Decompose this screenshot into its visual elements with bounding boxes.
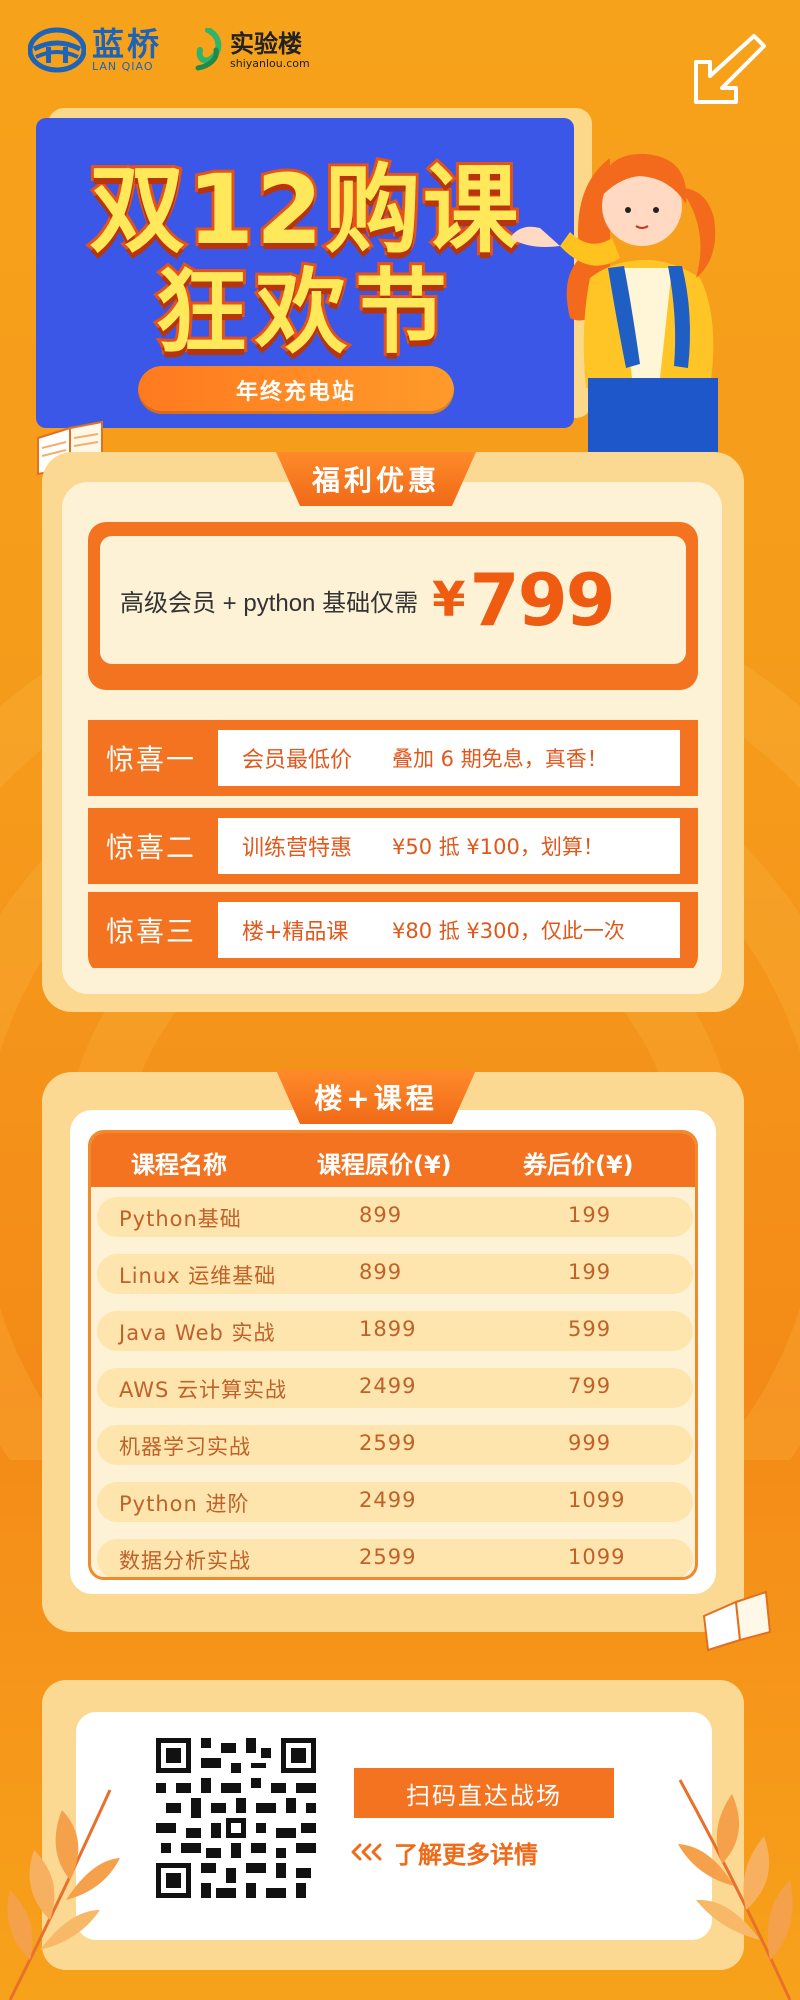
surprise-name: 惊喜二 bbox=[106, 831, 197, 864]
shiyanlou-url: shiyanlou.com bbox=[230, 57, 310, 70]
scan-cta-button[interactable]: 扫码直达战场 bbox=[354, 1768, 614, 1818]
presenter-illustration bbox=[510, 153, 718, 468]
surprise-name: 惊喜一 bbox=[106, 743, 197, 776]
lanqiao-name: 蓝桥 bbox=[92, 25, 163, 63]
course-name: Python基础 bbox=[119, 1207, 242, 1231]
course-name: AWS 云计算实战 bbox=[119, 1378, 287, 1402]
table-row: Linux 运维基础 899 199 bbox=[91, 1252, 695, 1296]
surprise-title: 楼+精品课 bbox=[242, 920, 349, 945]
qr-code-icon[interactable] bbox=[156, 1738, 316, 1898]
table-row: Python基础 899 199 bbox=[91, 1195, 695, 1239]
course-name: Java Web 实战 bbox=[119, 1321, 276, 1345]
shiyanlou-logo-icon bbox=[195, 28, 222, 71]
bundle-price-box: 高级会员 + python 基础仅需 ¥ 799 bbox=[88, 522, 698, 690]
coupon-price: 799 bbox=[568, 1374, 612, 1398]
original-price: 2499 bbox=[359, 1374, 417, 1398]
table-row: Java Web 实战 1899 599 bbox=[91, 1309, 695, 1353]
hero-title-line2: 狂欢节 bbox=[152, 256, 455, 369]
table-row: AWS 云计算实战 2499 799 bbox=[91, 1366, 695, 1410]
bundle-price: 799 bbox=[469, 558, 615, 642]
surprise-item: 惊喜二 训练营特惠 ¥50 抵 ¥100，划算！ bbox=[88, 808, 698, 884]
coupon-price: 199 bbox=[568, 1203, 612, 1227]
coupon-price: 999 bbox=[568, 1431, 612, 1455]
surprise-title: 训练营特惠 bbox=[242, 836, 353, 861]
table-row: 数据分析实战 2599 1099 bbox=[91, 1537, 695, 1577]
coupon-price: 199 bbox=[568, 1260, 612, 1284]
course-name: 数据分析实战 bbox=[119, 1549, 251, 1573]
surprise-desc: ¥50 抵 ¥100，划算！ bbox=[392, 835, 604, 859]
surprise-desc: 叠加 6 期免息，真香！ bbox=[392, 747, 608, 771]
original-price: 899 bbox=[359, 1260, 403, 1284]
header-original-price: 课程原价(¥) bbox=[317, 1151, 452, 1179]
surprise-name: 惊喜三 bbox=[106, 915, 197, 948]
original-price: 2599 bbox=[359, 1545, 417, 1569]
price-currency: ¥ bbox=[432, 572, 466, 628]
hero-subtitle-pill: 年终充电站 bbox=[138, 366, 454, 414]
leaf-icon bbox=[7, 1789, 120, 2000]
courses-tab: 楼+课程 bbox=[276, 1070, 476, 1124]
coupon-price: 599 bbox=[568, 1317, 612, 1341]
original-price: 1899 bbox=[359, 1317, 417, 1341]
lanqiao-logo-icon bbox=[28, 27, 86, 73]
header-course-name: 课程名称 bbox=[131, 1151, 227, 1179]
table-row: 机器学习实战 2599 999 bbox=[91, 1423, 695, 1467]
surprise-title: 会员最低价 bbox=[242, 748, 353, 773]
course-name: Python 进阶 bbox=[119, 1492, 250, 1516]
header-coupon-price: 券后价(¥) bbox=[523, 1151, 634, 1179]
table-row: Python 进阶 2499 1099 bbox=[91, 1480, 695, 1524]
surprise-desc: ¥80 抵 ¥300，仅此一次 bbox=[392, 919, 625, 943]
original-price: 899 bbox=[359, 1203, 403, 1227]
book-icon bbox=[702, 1590, 772, 1652]
original-price: 2599 bbox=[359, 1431, 417, 1455]
triple-chevron-left-icon bbox=[351, 1843, 382, 1861]
surprise-item: 惊喜一 会员最低价 叠加 6 期免息，真香！ bbox=[88, 720, 698, 796]
original-price: 2499 bbox=[359, 1488, 417, 1512]
lanqiao-english: LAN QIAO bbox=[92, 60, 154, 73]
surprise-item: 惊喜三 楼+精品课 ¥80 抵 ¥300，仅此一次 bbox=[88, 892, 698, 968]
coupon-price: 1099 bbox=[568, 1488, 626, 1512]
course-name: 机器学习实战 bbox=[119, 1435, 251, 1459]
bundle-label: 高级会员 + python 基础仅需 bbox=[120, 589, 419, 617]
course-price-table: 课程名称 课程原价(¥) 券后价(¥) Python基础 899 199 Lin… bbox=[88, 1130, 698, 1580]
arrow-down-left-icon bbox=[694, 34, 766, 104]
offers-tab: 福利优惠 bbox=[276, 452, 476, 506]
course-name: Linux 运维基础 bbox=[119, 1264, 277, 1288]
leaf-icon bbox=[678, 1779, 793, 2000]
more-details-label: 了解更多详情 bbox=[394, 1840, 538, 1869]
header-logos: 蓝桥 LAN QIAO 实验楼 shiyanlou.com bbox=[28, 22, 310, 78]
surprise-list: 惊喜一 会员最低价 叠加 6 期免息，真香！ 惊喜二 训练营特惠 ¥50 抵 ¥… bbox=[88, 690, 698, 974]
coupon-price: 1099 bbox=[568, 1545, 626, 1569]
table-header: 课程名称 课程原价(¥) 券后价(¥) bbox=[91, 1133, 695, 1187]
hero-banner: 双12购课 狂欢节 年终充电站 bbox=[36, 118, 574, 428]
more-details-link[interactable]: 了解更多详情 bbox=[350, 1832, 538, 1872]
shiyanlou-name: 实验楼 bbox=[230, 30, 303, 58]
